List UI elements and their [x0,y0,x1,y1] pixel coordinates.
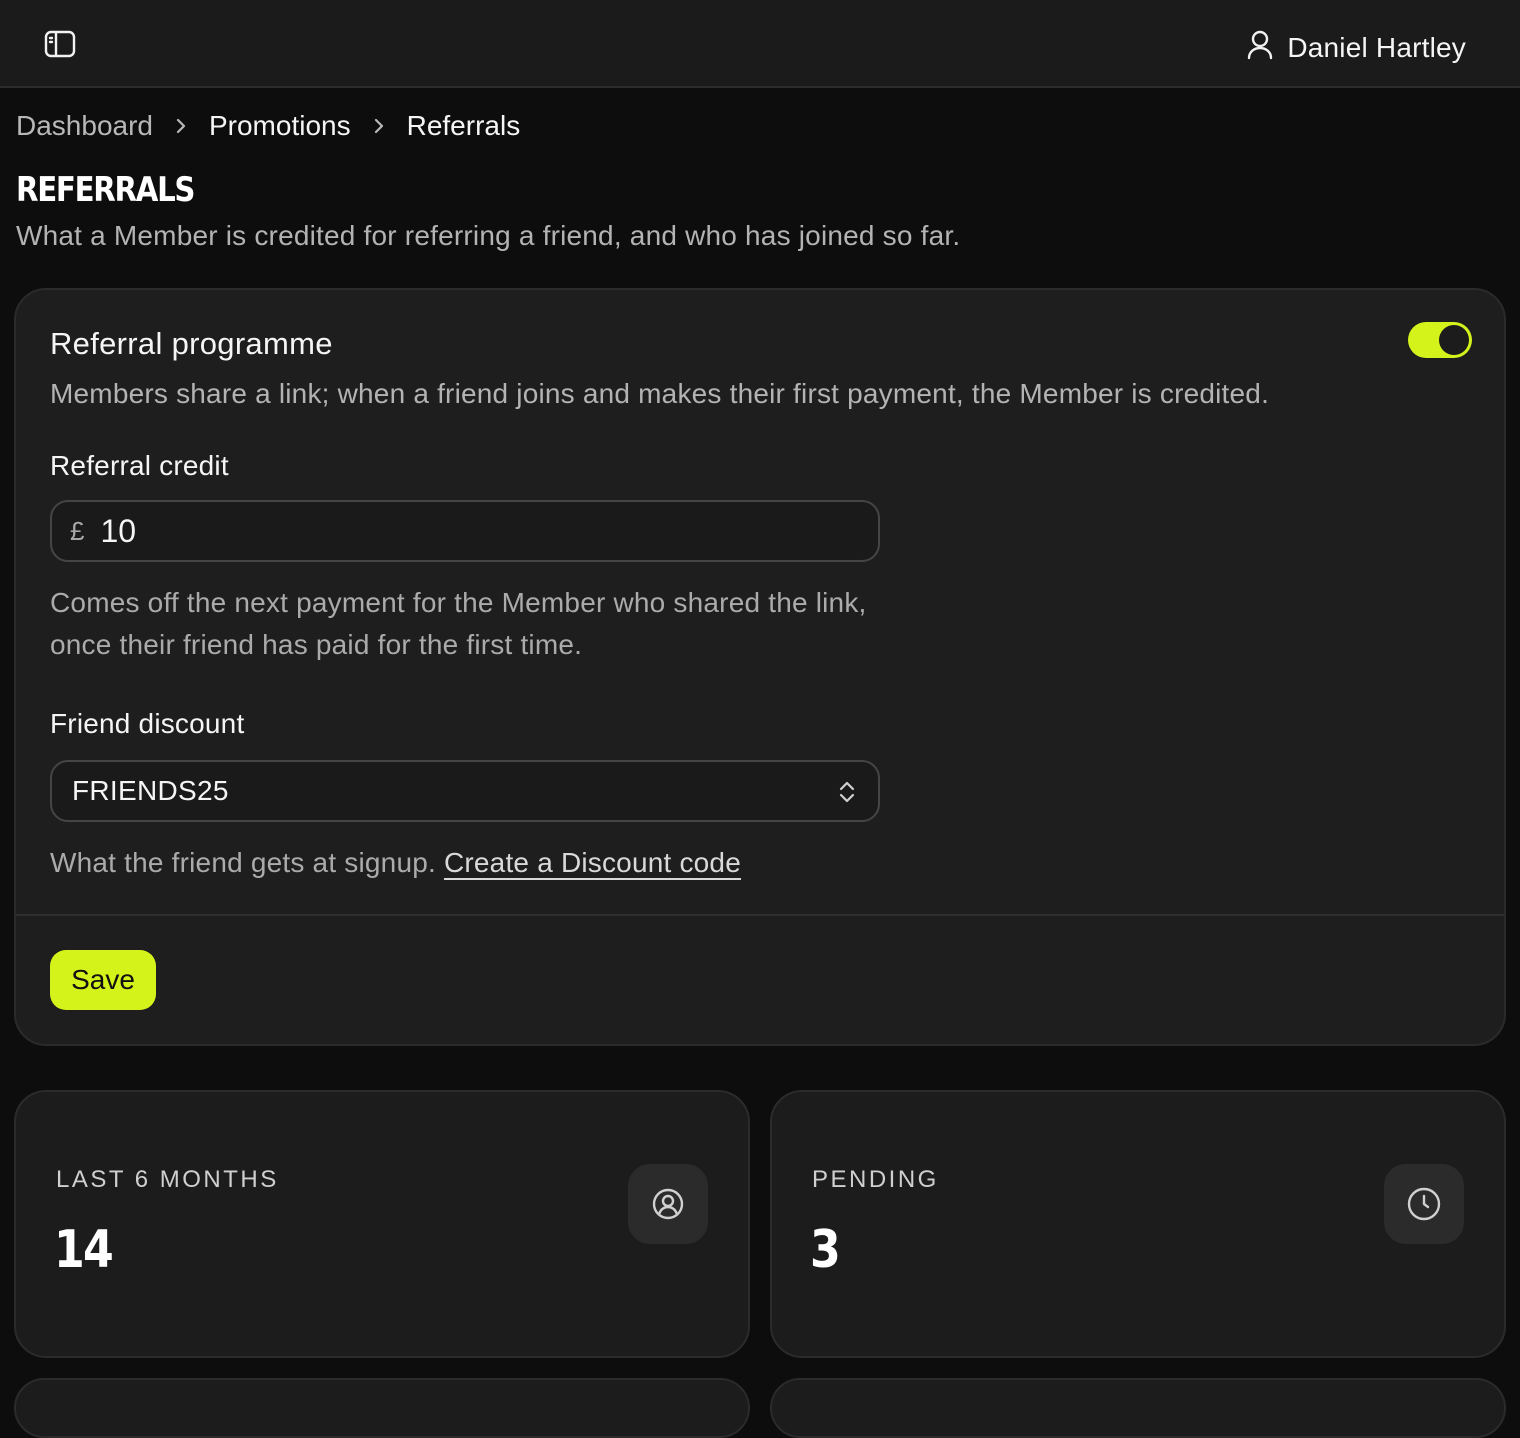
chevron-right-icon [373,117,385,135]
chevron-right-icon [175,117,187,135]
referral-credit-help: Comes off the next payment for the Membe… [50,587,867,660]
friend-discount-value: FRIENDS25 [72,775,229,806]
referral-credit-label: Referral credit [50,450,229,481]
friend-discount-help-text: What the friend gets at signup. [50,847,436,878]
breadcrumb-referrals: Referrals [406,110,521,141]
card-title: Referral programme [50,326,333,361]
create-discount-code-link[interactable]: Create a Discount code [444,847,741,878]
toggle-knob [1439,325,1469,355]
user-menu[interactable]: Daniel Hartley [1247,28,1466,68]
stat-card-partial [14,1378,750,1438]
user-icon [1247,30,1273,67]
stat-value: 3 [810,1220,841,1280]
stat-card-last-6-months: LAST 6 MONTHS 14 [14,1090,750,1358]
friend-discount-label: Friend discount [50,708,245,739]
page-title: REFERRALS [16,170,195,210]
friend-discount-help: What the friend gets at signup. Create a… [50,842,741,884]
breadcrumb-promotions[interactable]: Promotions [209,110,351,142]
stat-value: 14 [54,1220,114,1280]
stat-label: LAST 6 MONTHS [56,1166,279,1193]
programme-enabled-toggle[interactable] [1408,322,1472,358]
referral-credit-value: 10 [100,512,137,549]
page-subtitle: What a Member is credited for referring … [16,220,961,251]
card-divider [16,914,1504,916]
stat-card-partial [770,1378,1506,1438]
card-description: Members share a link; when a friend join… [50,378,1270,409]
breadcrumb: Dashboard Promotions Referrals [16,106,520,146]
stat-card-pending: PENDING 3 [770,1090,1506,1358]
chevron-up-down-icon [836,780,858,809]
referral-user-icon [628,1164,708,1244]
clock-icon [1384,1164,1464,1244]
referral-credit-input[interactable]: £ 10 [50,500,880,562]
save-button[interactable]: Save [50,950,156,1010]
user-name: Daniel Hartley [1287,32,1466,63]
sidebar-toggle-icon[interactable] [42,28,78,60]
currency-prefix: £ [70,515,85,546]
top-bar: Daniel Hartley [0,0,1520,88]
stat-label: PENDING [812,1166,939,1193]
breadcrumb-dashboard[interactable]: Dashboard [16,110,153,142]
referral-programme-card: Referral programme Members share a link;… [14,288,1506,1046]
friend-discount-select[interactable]: FRIENDS25 [50,760,880,822]
